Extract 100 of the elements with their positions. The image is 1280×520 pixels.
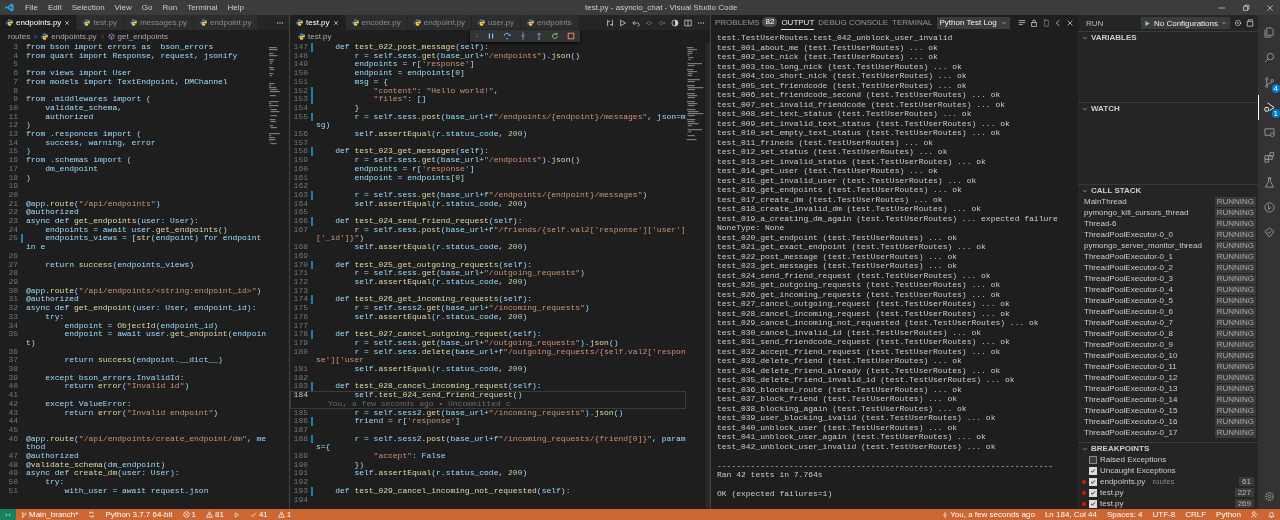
breakpoint-label[interactable]: test.py (1100, 499, 1124, 508)
step-over-icon[interactable] (503, 32, 511, 40)
minimap-drawing[interactable] (686, 47, 704, 143)
checkbox[interactable] (1089, 455, 1097, 464)
breadcrumb-item[interactable]: routes (8, 32, 31, 41)
breakpoint-label[interactable]: endpoints.py (1100, 477, 1146, 486)
status-item[interactable]: Spaces: 4 (1101, 509, 1148, 520)
thread-name[interactable]: ThreadPoolExecutor-0_8 (1084, 329, 1213, 338)
status-item[interactable]: Python 3.7.7 64-bit (100, 509, 178, 520)
thread-name[interactable]: ThreadPoolExecutor-0_9 (1084, 340, 1213, 349)
thread-name[interactable]: ThreadPoolExecutor-0_0 (1084, 230, 1213, 239)
error-count[interactable]: 1 (177, 509, 201, 520)
thread-name[interactable]: ThreadPoolExecutor-0_14 (1084, 395, 1213, 404)
breakpoint-label[interactable]: test.py (1100, 488, 1124, 497)
thread-name[interactable]: ThreadPoolExecutor-0_17 (1084, 428, 1213, 437)
thread-name[interactable]: ThreadPoolExecutor-0_11 (1084, 362, 1213, 371)
panel-tab[interactable]: DEBUG CONSOLE (818, 15, 889, 30)
thread-name[interactable]: pymongo_server_monitor_thread (1084, 241, 1213, 250)
line-number: 150 (292, 69, 309, 78)
chevron-left-icon[interactable] (1054, 18, 1062, 27)
blame-status[interactable]: You, a few seconds ago (937, 509, 1040, 520)
status-item[interactable]: Ln 184, Col 44 (1039, 509, 1102, 520)
copy-icon[interactable] (1042, 18, 1050, 27)
thread-name[interactable]: ThreadPoolExecutor-0_5 (1084, 296, 1213, 305)
section-header[interactable]: BREAKPOINTS (1078, 442, 1258, 454)
thread-name[interactable]: ThreadPoolExecutor-0_13 (1084, 384, 1213, 393)
breadcrumb-item[interactable]: test.py (308, 32, 332, 41)
status-item[interactable]: CRLF (1180, 509, 1212, 520)
close-icon[interactable] (1266, 3, 1274, 12)
output-channel-dropdown[interactable]: Python Test Log (936, 16, 1010, 29)
menu-item[interactable]: Terminal (182, 3, 223, 12)
section-header[interactable]: CALL STACK (1078, 184, 1258, 196)
restart-icon[interactable] (551, 32, 559, 40)
line-number: 168 (292, 243, 309, 252)
breadcrumb-item[interactable]: endpoints.py (51, 32, 97, 41)
editor-tab[interactable]: endpoints (520, 15, 579, 30)
panel-tab[interactable]: PROBLEMS 82 (715, 15, 778, 30)
thread-name[interactable]: ThreadPoolExecutor-0_12 (1084, 373, 1213, 382)
lock-icon[interactable] (1030, 18, 1038, 27)
warning-count[interactable]: 81 (201, 509, 229, 520)
thread-name[interactable]: ThreadPoolExecutor-0_6 (1084, 307, 1213, 316)
status-item[interactable]: UTF-8 (1147, 509, 1181, 520)
settings-icon[interactable] (1234, 19, 1242, 27)
editor-tab[interactable]: endpoint.py (194, 15, 259, 30)
thread-name[interactable]: ThreadPoolExecutor-0_1 (1084, 252, 1213, 261)
play-icon[interactable] (619, 18, 627, 27)
close-icon[interactable] (332, 19, 339, 26)
editor-tab[interactable]: user.py (472, 15, 521, 30)
thread-name[interactable]: pymongo_kill_cursors_thread (1084, 208, 1213, 217)
thread-name[interactable]: Thread-6 (1084, 219, 1213, 228)
activity-item[interactable]: 1 (1258, 95, 1280, 120)
clear-output-icon[interactable] (1018, 18, 1026, 27)
split-editor-icon[interactable] (684, 18, 692, 27)
breakpoint-label[interactable]: Raised Exceptions (1100, 455, 1167, 464)
panel-tab[interactable]: OUTPUT (781, 15, 815, 30)
breadcrumb-item[interactable]: get_endpoints (117, 32, 168, 41)
thread-name[interactable]: ThreadPoolExecutor-0_3 (1084, 274, 1213, 283)
thread-name[interactable]: MainThread (1084, 197, 1213, 206)
menu-item[interactable]: View (109, 3, 137, 12)
thread-name[interactable]: ThreadPoolExecutor-0_2 (1084, 263, 1213, 272)
stop-icon[interactable] (567, 32, 575, 40)
menu-item[interactable]: Help (222, 3, 249, 12)
menu-item[interactable]: Edit (42, 3, 67, 12)
editor-tab[interactable]: encoder.py (345, 15, 408, 30)
menu-item[interactable]: File (20, 3, 43, 12)
editor-tab[interactable]: test.py (77, 15, 124, 30)
thread-name[interactable]: ThreadPoolExecutor-0_4 (1084, 285, 1213, 294)
thread-name[interactable]: ThreadPoolExecutor-0_16 (1084, 417, 1213, 426)
half-circle-icon[interactable] (671, 18, 679, 27)
thread-name[interactable]: ThreadPoolExecutor-0_15 (1084, 406, 1213, 415)
editor-tab[interactable]: test.py (290, 15, 346, 30)
step-into-icon[interactable] (519, 32, 527, 40)
restore-icon[interactable] (1242, 3, 1250, 12)
menu-item[interactable]: Selection (66, 3, 110, 12)
activity-item[interactable]: 4 (1258, 70, 1280, 95)
pause-icon[interactable] (487, 32, 495, 40)
close-icon[interactable] (1066, 18, 1074, 27)
editor-tab[interactable]: messages.py (123, 15, 195, 30)
section-header[interactable]: VARIABLES (1078, 31, 1258, 43)
person-icon (1251, 511, 1258, 518)
warning-count[interactable]: 1 (272, 509, 297, 520)
panel-tab[interactable]: TERMINAL (892, 15, 933, 30)
breakpoint-label[interactable]: Uncaught Exceptions (1100, 466, 1176, 475)
editor-tab[interactable]: endpoint.py (407, 15, 473, 30)
compare-icon[interactable] (606, 18, 614, 27)
thread-name[interactable]: ThreadPoolExecutor-0_7 (1084, 318, 1213, 327)
run-configuration-dropdown[interactable]: No Configurations (1140, 17, 1230, 29)
menu-item[interactable]: Go (136, 3, 158, 12)
section-header[interactable]: WATCH (1078, 102, 1258, 114)
step-out-icon[interactable] (535, 32, 543, 40)
thread-name[interactable]: ThreadPoolExecutor-0_10 (1084, 351, 1213, 360)
line-number: 163 (292, 190, 309, 200)
menu-item[interactable]: Run (157, 3, 183, 12)
status-item[interactable]: Python (1211, 509, 1246, 520)
close-icon[interactable] (64, 19, 71, 26)
branch-status[interactable]: Main_branch* (16, 509, 84, 520)
editor-tab[interactable]: endpoints.py (0, 15, 78, 30)
back-arrow-icon[interactable] (632, 18, 640, 27)
test-count[interactable]: 41 (244, 509, 273, 520)
debug-console-icon[interactable] (1246, 19, 1254, 27)
